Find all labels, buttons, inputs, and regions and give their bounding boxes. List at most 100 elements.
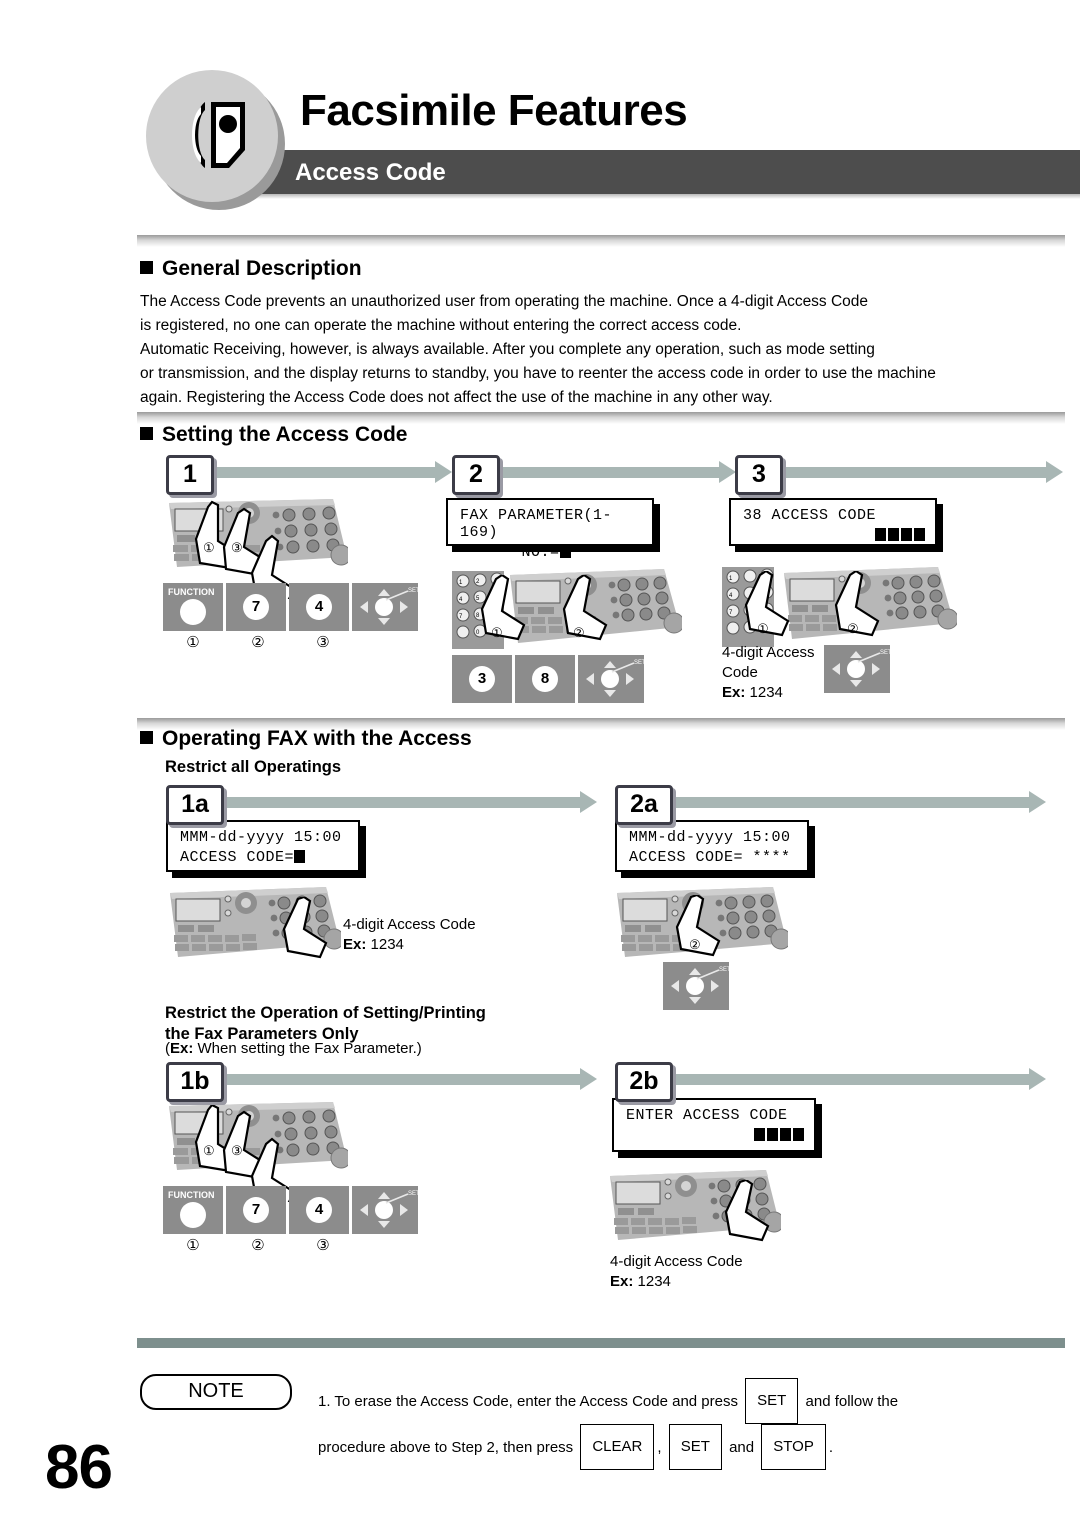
note-line2-and: and: [729, 1439, 755, 1456]
svg-text:SET: SET: [408, 1191, 418, 1197]
lcd-line-1: ENTER ACCESS CODE: [626, 1107, 788, 1124]
step3-ex-label: Ex:: [722, 684, 746, 701]
keycap-num-2: ②: [251, 1237, 265, 1254]
keycap-7[interactable]: 7: [226, 1186, 286, 1234]
step1a-ex-value: 1234: [370, 936, 404, 953]
keycap-4[interactable]: 4: [289, 583, 349, 631]
note-line-2: procedure above to Step 2, then press CL…: [318, 1424, 898, 1470]
step-arrow-1b-2b: [215, 1068, 597, 1090]
lcd-display-step2a: MMM-dd-yyyy 15:00 ACCESS CODE= ****: [615, 820, 809, 872]
keycap-7[interactable]: 7: [226, 583, 286, 631]
step3-ex-value: 1234: [749, 684, 783, 701]
keycap-3-label: 3: [469, 666, 495, 692]
step-marker-2a: 2a: [615, 785, 673, 825]
bullet-square-icon: [140, 261, 153, 274]
keycap-7-label: 7: [243, 594, 269, 620]
step3-caption: 4-digit Access Code Ex: 1234: [722, 643, 832, 703]
step-marker-1a: 1a: [166, 785, 224, 825]
svg-text:SET: SET: [880, 650, 890, 656]
key-set-button[interactable]: SET: [745, 1378, 799, 1424]
note-line-1: 1. To erase the Access Code, enter the A…: [318, 1378, 898, 1424]
step3-caption-line2: Code: [722, 664, 758, 681]
keycap-num-3: ③: [316, 1237, 330, 1254]
lcd-display-step2: FAX PARAMETER(1-169) NO.=: [446, 498, 654, 561]
keycap-nav-set-step1b[interactable]: SET: [352, 1186, 420, 1234]
step-arrow-3-end: [774, 461, 1063, 483]
step2b-ex-value: 1234: [637, 1273, 671, 1290]
general-description-heading: General Description: [140, 257, 362, 281]
svg-text:SET: SET: [719, 967, 729, 973]
step1a-ex-label: Ex:: [343, 936, 367, 953]
control-panel-illustration-step1: ① ② ③: [163, 495, 348, 602]
lcd-line-2: ACCESS CODE=: [180, 849, 295, 866]
keycap-7-label: 7: [243, 1197, 269, 1223]
keycap-4-label: 4: [306, 1197, 332, 1223]
keycap-function-label: FUNCTION: [168, 1190, 215, 1200]
fax-machine-icon: [192, 102, 245, 168]
step2b-caption: 4-digit Access Code Ex: 1234: [610, 1252, 743, 1292]
control-panel-illustration-step1b: ① ② ③: [163, 1098, 348, 1205]
keycap-num-1: ①: [186, 634, 200, 651]
title-bar-shadow: [240, 194, 1080, 199]
step-marker-3: 3: [735, 455, 783, 495]
note-line1-text-b: and follow the: [805, 1393, 899, 1410]
keycap-4-label: 4: [306, 594, 332, 620]
lcd-display-step3: 38 ACCESS CODE: [729, 498, 937, 546]
svg-text:SET: SET: [408, 588, 418, 594]
page-header: Access Code Facsimile Features: [0, 0, 1080, 215]
setting-access-code-heading: Setting the Access Code: [140, 423, 407, 447]
keycap-row-step1: FUNCTION 7 4 SET: [163, 583, 420, 631]
note-line2-end: .: [828, 1439, 834, 1456]
note-line1-text-a: 1. To erase the Access Code, enter the A…: [318, 1393, 738, 1410]
keycap-num-1: ①: [186, 1237, 200, 1254]
nav-set-icon: SET: [586, 660, 646, 697]
lcd-line-1: 38 ACCESS CODE: [743, 507, 877, 524]
step-marker-1: 1: [166, 455, 214, 495]
keycap-nav-set-step3[interactable]: SET: [824, 645, 892, 693]
step2b-ex-label: Ex:: [610, 1273, 634, 1290]
note-badge: NOTE: [140, 1374, 292, 1410]
control-panel-illustration-step1a: [166, 885, 341, 965]
keycap-function[interactable]: FUNCTION: [163, 1186, 223, 1234]
page-number: 86: [45, 1433, 113, 1502]
step-arrow-2a-end: [664, 791, 1046, 813]
keycap-8-label: 8: [532, 666, 558, 692]
svg-text:SET: SET: [634, 660, 644, 666]
keycap-nav-set[interactable]: SET: [352, 583, 420, 631]
keycap-nav-set-step2[interactable]: SET: [578, 655, 646, 703]
footer-rule: [137, 1338, 1065, 1348]
general-description-text: The Access Code prevents an unauthorized…: [140, 293, 936, 406]
lcd-code-blocks: [743, 527, 925, 544]
lcd-line-1: FAX PARAMETER(1-169): [460, 507, 613, 541]
bullet-square-icon: [140, 731, 153, 744]
step2b-caption-line1: 4-digit Access Code: [610, 1253, 743, 1270]
key-clear-button[interactable]: CLEAR: [580, 1424, 655, 1470]
keycap-3[interactable]: 3: [452, 655, 512, 703]
step-marker-2: 2: [452, 455, 500, 495]
step-arrow-2-3: [491, 461, 736, 483]
key-stop-button[interactable]: STOP: [761, 1424, 826, 1470]
page-title: Facsimile Features: [300, 86, 688, 135]
keycap-nav-set-step2a[interactable]: SET: [663, 962, 731, 1010]
keycap-row-step2: 3 8 SET: [452, 655, 646, 703]
keycap-num-3: ③: [316, 634, 330, 651]
keycap-row-step1b: FUNCTION 7 4 SET: [163, 1186, 420, 1234]
ex-text: When setting the Fax Parameter.): [193, 1040, 422, 1057]
control-panel-illustration-step2: 1 2 4 5 7 8 0 ① ②: [452, 565, 682, 655]
keycap-8[interactable]: 8: [515, 655, 575, 703]
keycap-4[interactable]: 4: [289, 1186, 349, 1234]
keycap-function[interactable]: FUNCTION: [163, 583, 223, 631]
restrict-setting-printing-note: (Ex: When setting the Fax Parameter.): [165, 1040, 422, 1057]
step1a-caption-line1: 4-digit Access Code: [343, 916, 476, 933]
lcd-line-2: ACCESS CODE= ****: [629, 849, 791, 866]
lcd-line-2: NO.=: [521, 544, 560, 561]
keycap-function-label: FUNCTION: [168, 587, 215, 597]
control-panel-illustration-step2a: ②: [613, 885, 788, 965]
keycap-function-circle: [180, 598, 206, 625]
key-set-button-2[interactable]: SET: [668, 1424, 722, 1470]
lcd-display-step1a: MMM-dd-yyyy 15:00 ACCESS CODE=: [166, 820, 360, 872]
step-arrow-2b-end: [664, 1068, 1046, 1090]
keycap-num-2: ②: [251, 634, 265, 651]
note-line2-text-a: procedure above to Step 2, then press: [318, 1439, 574, 1456]
operating-fax-heading: Operating FAX with the Access: [140, 727, 472, 751]
